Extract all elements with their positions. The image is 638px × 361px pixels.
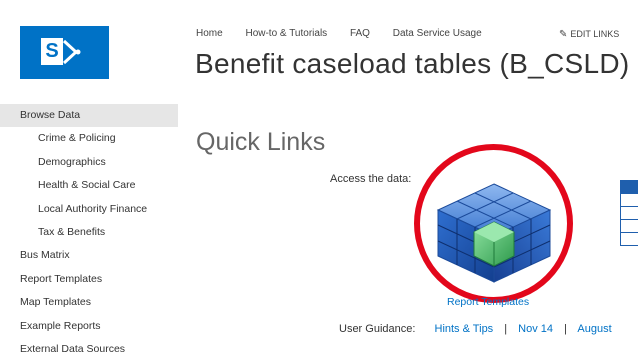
topnav-faq-link[interactable]: FAQ bbox=[350, 28, 370, 39]
nav-item-crime-policing[interactable]: Crime & Policing bbox=[0, 127, 178, 150]
site-title: Benefit caseload tables (B_CSLD) bbox=[195, 48, 630, 79]
table-preview-icon[interactable] bbox=[620, 180, 638, 250]
august-link[interactable]: August bbox=[577, 323, 611, 335]
topnav-data-service-usage-link[interactable]: Data Service Usage bbox=[393, 28, 482, 39]
logo-letter: S bbox=[41, 38, 63, 65]
table-preview-row bbox=[620, 207, 638, 220]
top-navigation: Home How-to & Tutorials FAQ Data Service… bbox=[196, 28, 502, 39]
nav-item-demographics[interactable]: Demographics bbox=[0, 151, 178, 174]
edit-links-label: EDIT LINKS bbox=[570, 29, 620, 39]
user-guidance-bar: User Guidance: Hints & Tips | Nov 14 | A… bbox=[339, 323, 612, 335]
table-preview-row bbox=[620, 220, 638, 233]
sharepoint-logo[interactable]: S bbox=[20, 26, 109, 79]
nov-14-link[interactable]: Nov 14 bbox=[518, 323, 553, 335]
logo-arrow-icon bbox=[62, 39, 81, 65]
nav-item-health-social-care[interactable]: Health & Social Care bbox=[0, 174, 178, 197]
table-preview-row bbox=[620, 194, 638, 207]
nav-item-browse-data[interactable]: Browse Data bbox=[0, 104, 178, 128]
report-templates-link[interactable]: Report Templates bbox=[447, 296, 529, 308]
quick-links-heading: Quick Links bbox=[196, 128, 326, 156]
user-guidance-label: User Guidance: bbox=[339, 323, 416, 335]
nav-item-bus-matrix[interactable]: Bus Matrix bbox=[0, 244, 178, 267]
table-preview-row bbox=[620, 233, 638, 246]
nav-item-map-templates[interactable]: Map Templates bbox=[0, 291, 178, 314]
separator: | bbox=[564, 323, 567, 335]
nav-item-tax-benefits[interactable]: Tax & Benefits bbox=[0, 221, 178, 244]
nav-item-local-authority-finance[interactable]: Local Authority Finance bbox=[0, 198, 178, 221]
left-navigation: Browse Data Crime & Policing Demographic… bbox=[0, 104, 178, 361]
table-preview-header bbox=[620, 180, 638, 194]
highlight-ring bbox=[414, 144, 573, 303]
hints-tips-link[interactable]: Hints & Tips bbox=[435, 323, 494, 335]
edit-links-button[interactable]: ✎ EDIT LINKS bbox=[559, 29, 619, 40]
nav-item-external-data-sources[interactable]: External Data Sources bbox=[0, 338, 178, 361]
nav-item-example-reports[interactable]: Example Reports bbox=[0, 315, 178, 338]
separator: | bbox=[504, 323, 508, 335]
topnav-howto-link[interactable]: How-to & Tutorials bbox=[245, 28, 327, 39]
nav-item-report-templates[interactable]: Report Templates bbox=[0, 268, 178, 291]
topnav-home-link[interactable]: Home bbox=[196, 28, 223, 39]
pencil-icon: ✎ bbox=[559, 29, 568, 40]
access-data-label: Access the data: bbox=[330, 173, 412, 185]
